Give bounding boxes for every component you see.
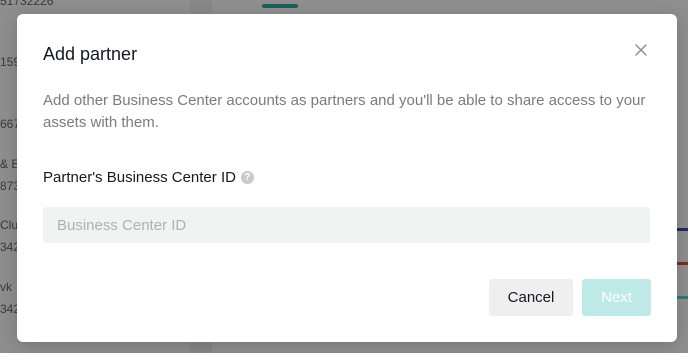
next-button[interactable]: Next (582, 279, 651, 316)
background-row-text: vk (0, 280, 12, 294)
business-center-id-label: Partner's Business Center ID (43, 169, 236, 186)
add-partner-dialog: Add partner Add other Business Center ac… (17, 14, 677, 342)
dialog-description: Add other Business Center accounts as pa… (43, 92, 646, 131)
dialog-title: Add partner (43, 44, 138, 64)
help-icon[interactable]: ? (240, 171, 254, 184)
cancel-button[interactable]: Cancel (489, 279, 573, 316)
background-accent (676, 228, 688, 231)
background-active-tab-indicator (262, 4, 298, 8)
background-accent (676, 296, 688, 299)
business-center-id-input[interactable] (43, 207, 650, 243)
background-accent (676, 262, 688, 265)
background-row-text: 51732226 (0, 0, 54, 8)
background-row-text: Clu (0, 218, 19, 232)
close-icon[interactable] (633, 42, 649, 58)
field-label-row: Partner's Business Center ID ? (43, 169, 254, 186)
